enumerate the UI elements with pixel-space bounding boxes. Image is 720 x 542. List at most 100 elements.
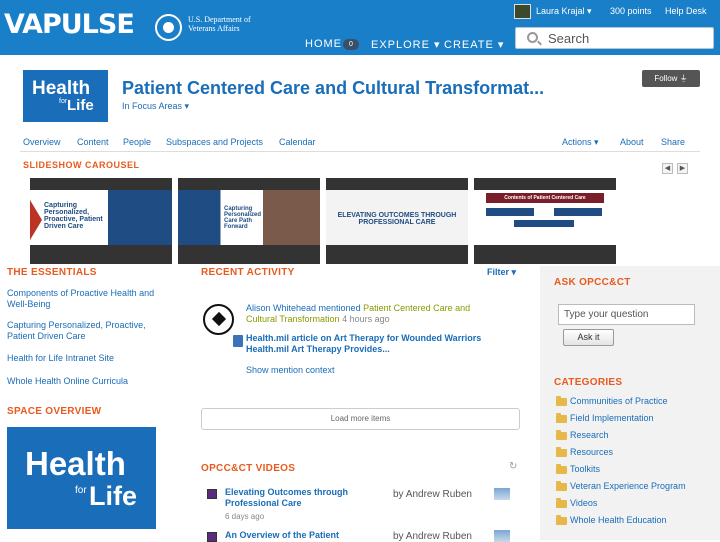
tab-about[interactable]: About (620, 137, 644, 147)
space-logo-for: for (59, 98, 68, 105)
nav-explore-label: EXPLORE (371, 39, 430, 51)
tab-content[interactable]: Content (77, 137, 109, 147)
folder-icon (556, 481, 567, 491)
tab-divider (20, 151, 700, 152)
actions-label: Actions (562, 137, 592, 147)
search-icon (527, 32, 538, 43)
category-toolkits[interactable]: Toolkits (570, 464, 600, 474)
folder-icon (556, 447, 567, 457)
category-research[interactable]: Research (570, 430, 609, 440)
ask-title: ASK OPCC&CT (554, 277, 631, 288)
video-thumbnail-1[interactable] (494, 488, 510, 500)
overview-logo: Health for Life (7, 427, 156, 529)
filter-menu[interactable]: Filter ▾ (487, 267, 516, 278)
carousel-slide-1[interactable]: Capturing Personalized, Proactive, Patie… (30, 178, 172, 264)
tab-subspaces[interactable]: Subspaces and Projects (166, 137, 263, 147)
follow-button[interactable]: Follow ⏚ (642, 70, 700, 87)
ask-button[interactable]: Ask it (563, 329, 614, 346)
video-thumbnail-2[interactable] (494, 530, 510, 542)
activity-summary: Alison Whitehead mentioned Patient Cente… (246, 303, 491, 325)
folder-icon (556, 464, 567, 474)
refresh-icon[interactable]: ↻ (509, 461, 517, 472)
space-logo-life: Life (67, 97, 94, 114)
folder-icon (556, 498, 567, 508)
essentials-link-intranet[interactable]: Health for Life Intranet Site (7, 353, 157, 364)
search-input[interactable] (548, 30, 708, 46)
top-bar: VAPULSE U.S. Department of Veterans Affa… (0, 0, 720, 55)
vapulse-logo[interactable]: VAPULSE (4, 9, 135, 40)
focus-areas-label: In Focus Areas (122, 101, 183, 111)
slide-3-caption: ELEVATING OUTCOMES THROUGH PROFESSIONAL … (337, 212, 457, 226)
category-communities[interactable]: Communities of Practice (570, 396, 668, 406)
filter-label: Filter (487, 267, 510, 277)
video-icon (207, 489, 217, 499)
slide-4-box-2 (554, 208, 602, 216)
page-title: Patient Centered Care and Cultural Trans… (122, 78, 545, 98)
points-link[interactable]: 300 points (610, 6, 652, 16)
load-more-button[interactable]: Load more items (201, 408, 520, 430)
activity-avatar[interactable] (203, 304, 234, 335)
category-field-implementation[interactable]: Field Implementation (570, 413, 654, 423)
carousel-slide-2[interactable]: Capturing Personalized Care Path Forward (178, 178, 320, 264)
video-title-1[interactable]: Elevating Outcomes through Professional … (225, 487, 375, 509)
essentials-link-capturing[interactable]: Capturing Personalized, Proactive, Patie… (7, 320, 157, 342)
video-title-2[interactable]: An Overview of the Patient (225, 530, 375, 541)
nav-explore[interactable]: EXPLORE ▾ (371, 38, 441, 51)
nav-create[interactable]: CREATE ▾ (444, 38, 504, 51)
carousel-prev-button[interactable]: ◀ (662, 163, 673, 174)
slide-2-image: Capturing Personalized Care Path Forward (178, 190, 320, 245)
follow-label: Follow (654, 74, 678, 83)
user-menu[interactable]: Laura Krajal ▾ (536, 6, 592, 17)
user-avatar[interactable] (514, 4, 531, 19)
essentials-link-curricula[interactable]: Whole Health Online Curricula (7, 376, 157, 387)
folder-icon (556, 396, 567, 406)
tab-share[interactable]: Share (661, 137, 685, 147)
video-author-1[interactable]: by Andrew Ruben (393, 489, 472, 500)
show-mention-context-link[interactable]: Show mention context (246, 365, 335, 375)
tab-people[interactable]: People (123, 137, 151, 147)
slide-4-box-1 (486, 208, 534, 216)
category-videos[interactable]: Videos (570, 498, 597, 508)
space-overview-title: SPACE OVERVIEW (7, 406, 102, 417)
space-logo[interactable]: Health for Life (23, 70, 108, 122)
video-icon (207, 532, 217, 542)
recent-activity-title: RECENT ACTIVITY (201, 267, 295, 278)
activity-link[interactable]: Health.mil article on Art Therapy for Wo… (246, 333, 491, 355)
overview-logo-life: Life (89, 481, 138, 511)
carousel-slide-3[interactable]: ELEVATING OUTCOMES THROUGH PROFESSIONAL … (326, 178, 468, 264)
tab-calendar[interactable]: Calendar (279, 137, 316, 147)
folder-icon (556, 515, 567, 525)
videos-title: OPCC&CT VIDEOS (201, 463, 296, 474)
activity-time: 4 hours ago (342, 314, 390, 324)
nav-create-label: CREATE (444, 39, 494, 51)
folder-icon (556, 413, 567, 423)
user-name: Laura Krajal (536, 6, 585, 16)
slide-2-caption: Capturing Personalized Care Path Forward (224, 206, 262, 230)
nav-home[interactable]: HOME (305, 38, 342, 50)
focus-areas-link[interactable]: In Focus Areas ▾ (122, 101, 189, 112)
essentials-link-components[interactable]: Components of Proactive Health and Well-… (7, 288, 157, 310)
activity-actor[interactable]: Alison Whitehead mentioned (246, 303, 361, 313)
video-age-1: 6 days ago (225, 512, 265, 521)
actions-menu[interactable]: Actions ▾ (562, 137, 599, 148)
video-author-2[interactable]: by Andrew Ruben (393, 531, 472, 542)
nav-badge: 0 (343, 39, 359, 50)
help-desk-link[interactable]: Help Desk (665, 6, 707, 16)
category-resources[interactable]: Resources (570, 447, 613, 457)
search-box[interactable] (515, 27, 714, 49)
slide-4-box-3 (514, 220, 574, 227)
category-veteran-experience[interactable]: Veteran Experience Program (570, 481, 686, 491)
ask-question-input[interactable] (558, 304, 695, 325)
overview-logo-health: Health (25, 445, 126, 482)
carousel-next-button[interactable]: ▶ (677, 163, 688, 174)
carousel-slide-4[interactable]: Contents of Patient Centered Care (474, 178, 616, 264)
essentials-title: THE ESSENTIALS (7, 267, 97, 278)
folder-icon (556, 430, 567, 440)
tab-overview[interactable]: Overview (23, 137, 61, 147)
slide-4-image: Contents of Patient Centered Care (474, 190, 616, 245)
carousel-title: SLIDESHOW CAROUSEL (23, 160, 140, 170)
slide-1-image: Capturing Personalized, Proactive, Patie… (30, 190, 172, 245)
slide-1-accent (30, 200, 42, 240)
va-org-name: U.S. Department of Veterans Affairs (188, 15, 251, 33)
category-whole-health[interactable]: Whole Health Education (570, 515, 667, 525)
